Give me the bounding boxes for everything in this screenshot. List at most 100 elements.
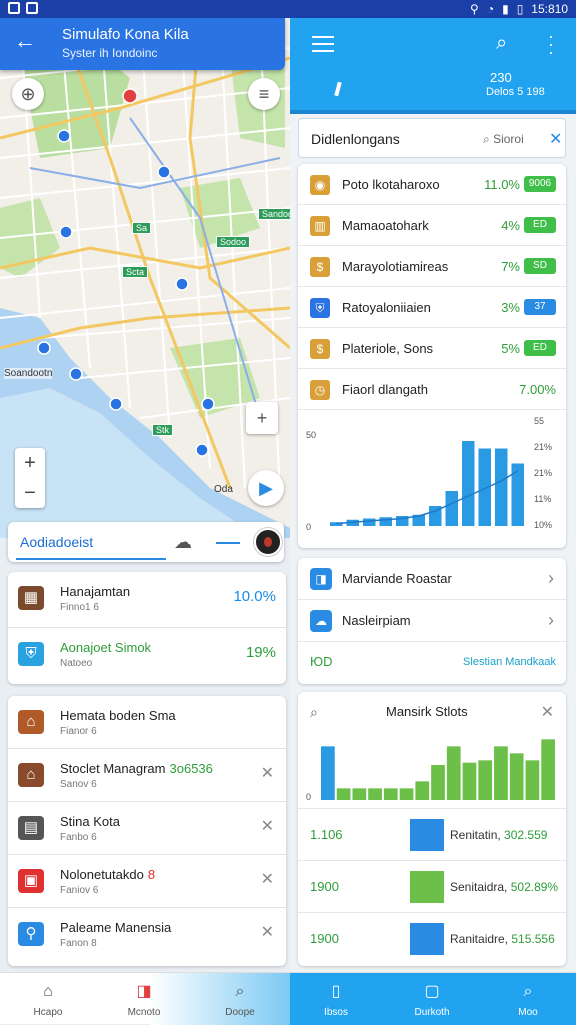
rank-item[interactable]: $ Marayolotiamireas 7% SD: [298, 246, 566, 287]
list-item-name: Hanajamtan: [60, 584, 131, 599]
rank-item[interactable]: ◷ Fiaorl dlangath 7.00%: [298, 369, 566, 410]
store-icon: ⌂: [18, 710, 44, 734]
play-icon: ▶: [259, 477, 273, 498]
bar: [494, 746, 508, 800]
zoom-in-button[interactable]: +: [15, 448, 45, 478]
list-item-sub: Sanov 6: [60, 779, 97, 790]
back-arrow-icon[interactable]: ←: [14, 30, 36, 52]
map-plus-button[interactable]: +: [246, 402, 278, 434]
nav-item-1[interactable]: ⌂ Hcapo: [0, 973, 96, 1025]
rank-item[interactable]: ◉ Poto lkotaharoxo 11.0% 9006: [298, 164, 566, 205]
bar: [445, 491, 458, 526]
cloud-icon[interactable]: ☁: [174, 532, 192, 553]
close-icon[interactable]: ✕: [261, 922, 274, 942]
zoom-control[interactable]: + −: [15, 448, 45, 508]
close-icon[interactable]: ✕: [549, 129, 562, 149]
nav-label: Moo: [518, 1007, 538, 1018]
stats-title: Mansirk Stlots: [386, 704, 468, 719]
chevron-right-icon[interactable]: ›: [548, 610, 554, 631]
legend-swatch: [410, 923, 444, 955]
y-tick: 10%: [534, 520, 552, 530]
search-icon[interactable]: ⌕: [496, 32, 507, 55]
y-tick: 21%: [534, 468, 552, 478]
chevron-right-icon[interactable]: ›: [548, 568, 554, 589]
nav-item-4[interactable]: ▯ Ibsos: [288, 973, 384, 1025]
layers-button[interactable]: ≡: [248, 78, 280, 110]
status-icons-left: [8, 2, 38, 14]
nav-item-2[interactable]: ◨ Mcnoto: [96, 973, 192, 1025]
map-view[interactable]: ← Simulafo Kona Kila Syster ih Iondoinc …: [0, 18, 290, 538]
list-icon: ≡: [258, 83, 270, 104]
house-icon: ⌂: [18, 763, 44, 787]
bar: [336, 788, 351, 800]
nav-item-5[interactable]: ▢ Durkoth: [384, 973, 480, 1025]
rank-item[interactable]: ⛨ Ratoyaloniiaien 3% 37: [298, 287, 566, 328]
map-badge: Sandoo: [258, 208, 290, 220]
navigate-button[interactable]: ▶: [248, 470, 284, 506]
legend-swatch: [410, 871, 444, 903]
lock-icon: ▢: [424, 983, 440, 1000]
rank-item[interactable]: $ Plateriole, Sons 5% ED: [298, 328, 566, 369]
filter-bar[interactable]: Aodiadoeist ☁: [8, 522, 284, 562]
rank-item-percent: 7%: [501, 259, 520, 274]
link-item[interactable]: ☁ Nasleirpiam ›: [298, 600, 566, 642]
zoom-out-button[interactable]: −: [15, 478, 45, 508]
doc-icon: ▥: [310, 216, 330, 236]
search-icon: ⌕: [235, 983, 245, 1000]
bar: [321, 746, 335, 800]
nav-item-6[interactable]: ⌕ Moo: [480, 973, 576, 1025]
list-item[interactable]: ⛨ Aonajoet Simok Natoeo 19%: [8, 628, 286, 684]
list-item-label: Hemata boden Sma: [60, 708, 176, 723]
list-item[interactable]: ⌂ Hemata boden Sma Fianor 6: [8, 696, 286, 749]
photo-icon: [8, 2, 20, 14]
clock-icon: ◷: [310, 380, 330, 400]
filter-underline: [16, 558, 166, 560]
list-item-name: Aonajoet Simok: [60, 640, 152, 655]
rank-item-percent: 11.0%: [484, 177, 520, 192]
y-tick: 11%: [534, 494, 551, 504]
search-panel[interactable]: Didlenlongans ⌕ Sioroi ✕: [298, 118, 566, 158]
list-item[interactable]: ⚲ Paleame Manensia Fanon 8 ✕: [8, 908, 286, 961]
battery-icon: ▯: [516, 2, 524, 16]
nav-item-3[interactable]: ⌕ Doope: [192, 973, 288, 1025]
close-icon[interactable]: ✕: [541, 702, 554, 722]
list-item-sub: Fanon 8: [60, 938, 97, 949]
menu-icon[interactable]: [312, 36, 334, 52]
link-footer-left: ЮD: [310, 654, 333, 669]
list-item-extra: 8: [147, 867, 156, 882]
more-icon[interactable]: · · ·: [548, 27, 554, 61]
link-item[interactable]: ◨ Marviande Roastar ›: [298, 558, 566, 600]
link-footer-right[interactable]: Slestian Mandkaak: [463, 656, 556, 668]
list-item-sub: Fianor 6: [60, 726, 97, 737]
list-item[interactable]: ▤ Stina Kota Fanbo 6 ✕: [8, 802, 286, 855]
nav-label: Hcapo: [33, 1007, 63, 1018]
header-value: 230: [490, 70, 512, 85]
search-icon[interactable]: ⌕: [310, 704, 318, 721]
divider: [216, 542, 240, 544]
close-icon[interactable]: ✕: [261, 816, 274, 836]
nav-label: Ibsos: [324, 1007, 348, 1018]
wifi-icon: ◔: [486, 2, 495, 16]
search-panel-title: Didlenlongans: [311, 131, 400, 147]
search-label[interactable]: ⌕ Sioroi: [483, 132, 524, 147]
pin-icon: ⚲: [18, 922, 44, 946]
bar: [462, 441, 475, 526]
map-badge: Sodoo: [216, 236, 251, 248]
list-item[interactable]: ▣ Nolonetutakdo 8 Faniov 6 ✕: [8, 855, 286, 908]
list-item[interactable]: ▦ Hanajamtan Finno1 6 10.0%: [8, 572, 286, 628]
rank-item[interactable]: ▥ Mamaoatohark 4% ED: [298, 205, 566, 246]
avatar[interactable]: [254, 528, 282, 556]
rank-item-badge: 37: [524, 299, 556, 315]
tab-indicator: [334, 81, 342, 97]
locate-button[interactable]: ⊕: [12, 78, 44, 110]
close-icon[interactable]: ✕: [261, 869, 274, 889]
bar: [478, 760, 493, 800]
right-panel: ⌕ · · · 230 Delos 5 198 Didlenlongans ⌕ Si…: [290, 18, 576, 972]
bar: [379, 517, 392, 526]
bar: [399, 788, 414, 800]
list-item[interactable]: ⌂ Stoclet Managram 3o6536 Sanov 6 ✕: [8, 749, 286, 802]
left-panel: ← Simulafo Kona Kila Syster ih Iondoinc …: [0, 18, 290, 972]
list-item-value: 10.0%: [233, 588, 276, 605]
close-icon[interactable]: ✕: [261, 763, 274, 783]
building-icon: ▦: [18, 586, 44, 610]
